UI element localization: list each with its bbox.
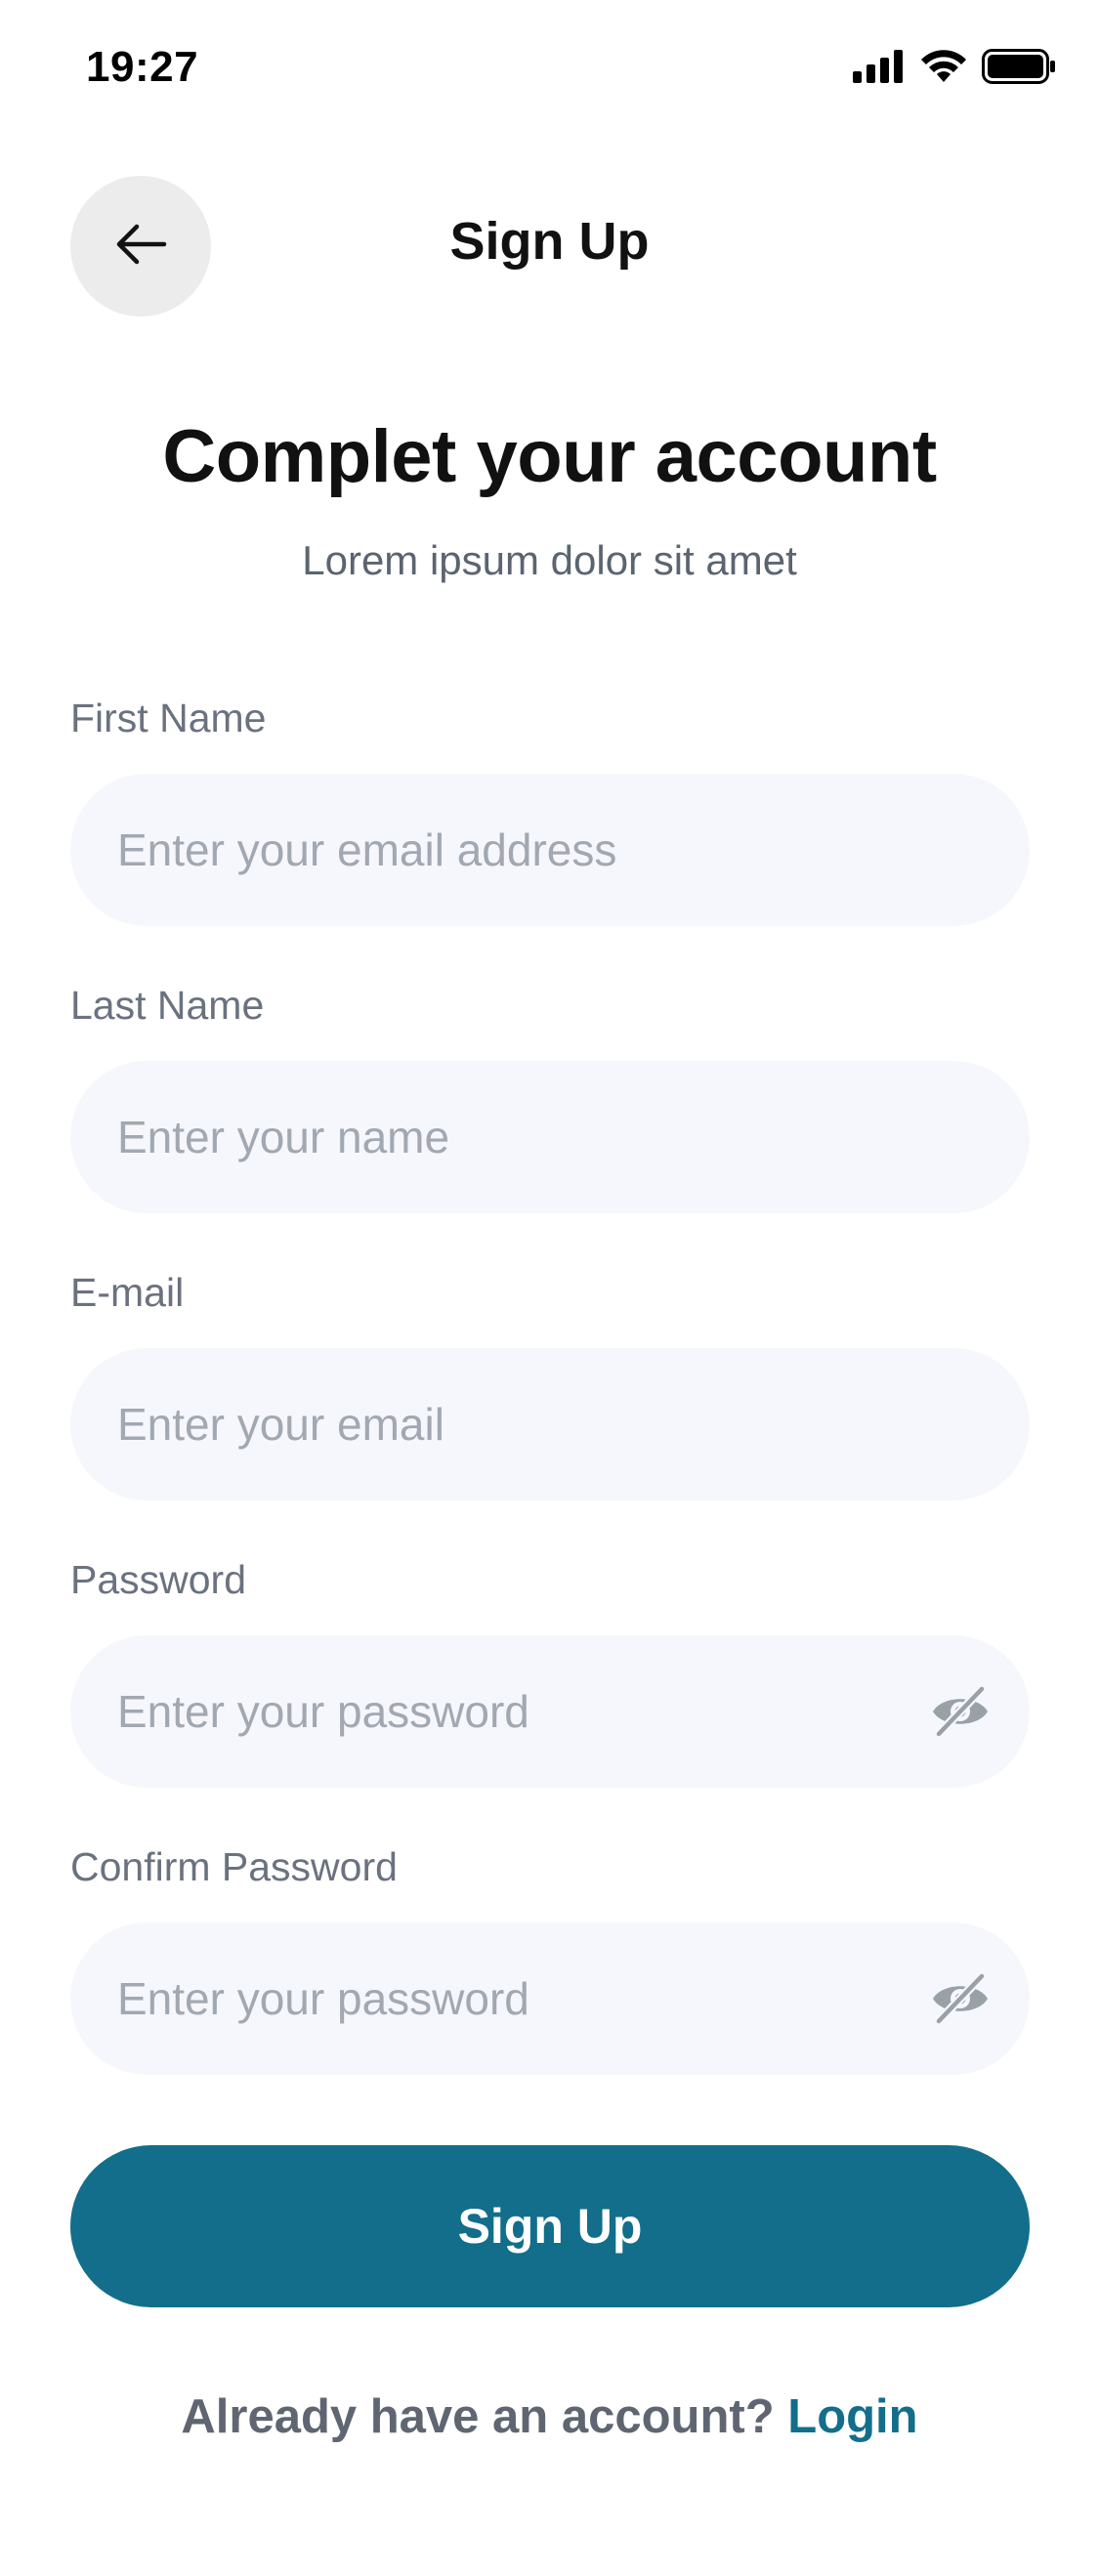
- last-name-label: Last Name: [70, 983, 265, 1028]
- email-label: E-mail: [70, 1270, 185, 1315]
- cellular-signal-icon: [853, 50, 906, 88]
- password-input[interactable]: [117, 1685, 983, 1738]
- first-name-input[interactable]: [117, 823, 983, 876]
- email-field-container: [70, 1348, 1030, 1500]
- email-input[interactable]: [117, 1398, 983, 1451]
- last-name-input[interactable]: [117, 1111, 983, 1163]
- first-name-label: First Name: [70, 696, 267, 740]
- last-name-field-container: [70, 1061, 1030, 1213]
- first-name-field-container: [70, 774, 1030, 926]
- eye-off-icon[interactable]: [928, 1684, 993, 1739]
- eye-off-icon[interactable]: [928, 1971, 993, 2026]
- login-prompt-text: Already have an account?: [181, 2390, 775, 2443]
- confirm-password-label: Confirm Password: [70, 1844, 398, 1889]
- page-title: Sign Up: [449, 212, 650, 271]
- password-field-container: [70, 1635, 1030, 1788]
- headline: Complet your account: [162, 415, 937, 498]
- sign-up-button[interactable]: Sign Up: [70, 2145, 1030, 2307]
- status-time: 19:27: [86, 43, 199, 91]
- confirm-password-input[interactable]: [117, 1972, 983, 2025]
- status-icons: [853, 49, 1056, 89]
- status-bar: 19:27: [0, 0, 1099, 137]
- login-prompt: Already have an account? Login: [0, 2389, 1099, 2444]
- wifi-icon: [919, 49, 968, 89]
- password-label: Password: [70, 1557, 247, 1602]
- login-link[interactable]: Login: [787, 2390, 917, 2443]
- subheadline: Lorem ipsum dolor sit amet: [302, 537, 797, 583]
- confirm-password-field-container: [70, 1922, 1030, 2075]
- battery-icon: [982, 49, 1056, 89]
